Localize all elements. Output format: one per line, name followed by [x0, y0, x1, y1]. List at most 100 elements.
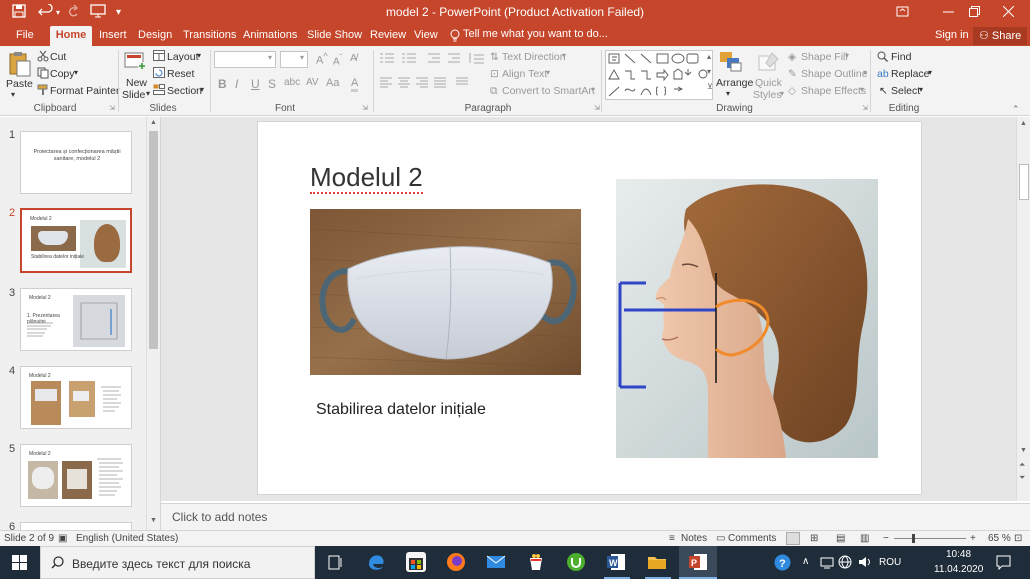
tab-transitions[interactable]: Transitions	[183, 26, 236, 46]
zoom-in-icon[interactable]: +	[970, 533, 976, 544]
shapes-more-icon[interactable]: ⊻	[707, 82, 713, 91]
italic-icon[interactable]: I	[235, 77, 238, 91]
paragraph-lists-icons[interactable]	[380, 52, 485, 67]
font-name-dropdown-icon[interactable]: ▾	[268, 53, 272, 62]
strikethrough-icon[interactable]: S	[268, 77, 276, 91]
clear-formatting-icon[interactable]: A̸	[350, 52, 357, 64]
firefox-icon[interactable]	[446, 552, 466, 572]
change-case-icon[interactable]: Aa	[326, 77, 339, 89]
tab-home[interactable]: Home	[50, 26, 92, 46]
replace-button[interactable]: Replace	[891, 68, 930, 80]
clock-time[interactable]: 10:48	[946, 549, 971, 560]
tab-animations[interactable]: Animations	[243, 26, 297, 46]
close-icon[interactable]	[986, 0, 1030, 26]
shape-outline-dropdown-icon[interactable]: ▾	[863, 68, 867, 77]
cut-button[interactable]: Cut	[50, 51, 66, 63]
windows-start-icon[interactable]	[12, 555, 27, 573]
reset-button[interactable]: Reset	[167, 68, 194, 80]
shapes-scroll-down-icon[interactable]: ▾	[707, 67, 711, 76]
text-direction-dropdown-icon[interactable]: ▾	[562, 51, 566, 60]
paragraph-launcher-icon[interactable]: ⇲	[594, 104, 600, 112]
scroll-up-icon[interactable]: ▲	[1020, 120, 1027, 127]
shapes-scroll-up-icon[interactable]: ▴	[707, 52, 711, 61]
spellcheck-icon[interactable]: ▣	[58, 533, 67, 544]
previous-slide-icon[interactable]: ⏶	[1019, 460, 1025, 470]
shape-fill-button[interactable]: Shape Fill	[801, 51, 848, 63]
slide-thumbnail-1[interactable]: Proiectarea și confecționarea măștii san…	[20, 131, 132, 194]
copy-dropdown-icon[interactable]: ▾	[74, 68, 78, 77]
slide-caption[interactable]: Stabilirea datelor inițiale	[316, 401, 486, 419]
copy-button[interactable]: Copy	[50, 68, 75, 80]
clipboard-launcher-icon[interactable]: ⇲	[109, 104, 115, 112]
font-launcher-icon[interactable]: ⇲	[362, 104, 368, 112]
paste-button[interactable]: Paste	[6, 78, 33, 90]
shape-effects-button[interactable]: Shape Effects	[801, 85, 866, 97]
next-slide-icon[interactable]: ⏷	[1019, 473, 1025, 483]
ribbon-display-options-icon[interactable]	[880, 0, 924, 26]
align-text-dropdown-icon[interactable]: ▾	[546, 68, 550, 77]
network-drive-icon[interactable]	[820, 555, 834, 572]
layout-dropdown-icon[interactable]: ▾	[197, 51, 201, 60]
powerpoint-taskbar-button[interactable]: P	[679, 546, 717, 579]
scroll-down-icon[interactable]: ▼	[1020, 447, 1027, 454]
normal-view-icon[interactable]	[786, 532, 800, 545]
quick-styles-button[interactable]: Quick	[755, 77, 782, 89]
sign-in-link[interactable]: Sign in	[935, 29, 969, 41]
font-name-field[interactable]	[214, 51, 276, 68]
section-button[interactable]: Section	[167, 85, 202, 97]
help-icon[interactable]: ?	[774, 554, 791, 574]
share-button[interactable]: ⚇ Share	[973, 27, 1028, 45]
tab-design[interactable]: Design	[138, 26, 172, 46]
new-slide-icon[interactable]	[124, 51, 146, 74]
character-spacing-icon[interactable]: AV	[306, 77, 319, 88]
scroll-down-icon[interactable]: ▼	[150, 517, 157, 524]
fit-slide-icon[interactable]: ⊡	[1014, 533, 1022, 544]
zoom-out-icon[interactable]: −	[883, 533, 889, 544]
taskbar-search[interactable]: Введите здесь текст для поиска	[40, 546, 315, 579]
find-button[interactable]: Find	[891, 51, 911, 63]
font-size-dropdown-icon[interactable]: ▾	[300, 53, 304, 62]
thumbnails-scrollbar[interactable]: ▲ ▼	[146, 117, 160, 530]
new-slide-button[interactable]: New	[126, 77, 147, 89]
arrange-dropdown-icon[interactable]: ▾	[726, 89, 730, 98]
notifications-icon[interactable]	[996, 555, 1011, 573]
slide-title[interactable]: Modelul 2	[310, 162, 423, 194]
slide-canvas[interactable]: Modelul 2 Stabilirea datelor inițiale	[257, 121, 922, 495]
layout-button[interactable]: Layout	[167, 51, 199, 63]
shape-fill-dropdown-icon[interactable]: ▾	[845, 51, 849, 60]
notes-pane[interactable]: Click to add notes	[161, 503, 1030, 530]
decrease-font-size-icon[interactable]: Aˇ	[333, 52, 342, 67]
arrange-icon[interactable]	[719, 51, 743, 76]
slide-sorter-icon[interactable]: ⊞	[810, 533, 818, 544]
mask-photo[interactable]	[310, 209, 581, 375]
volume-icon[interactable]	[858, 555, 872, 572]
collapse-ribbon-icon[interactable]: ⌃	[1012, 104, 1020, 115]
zoom-slider[interactable]	[894, 538, 966, 539]
quick-styles-icon[interactable]	[758, 51, 780, 76]
tab-review[interactable]: Review	[370, 26, 406, 46]
game-app-icon[interactable]	[526, 552, 546, 572]
clock-date[interactable]: 11.04.2020	[934, 564, 983, 575]
drawing-launcher-icon[interactable]: ⇲	[862, 104, 868, 112]
bold-icon[interactable]: B	[218, 77, 227, 91]
input-language[interactable]: ROU	[879, 557, 901, 568]
section-dropdown-icon[interactable]: ▾	[200, 85, 204, 94]
shape-outline-button[interactable]: Shape Outline	[801, 68, 868, 80]
align-text-button[interactable]: Align Text	[502, 68, 547, 80]
new-slide-dropdown-icon[interactable]: ▾	[146, 89, 150, 98]
text-direction-button[interactable]: Text Direction	[502, 51, 566, 63]
slide-thumbnail-2[interactable]: Modelul 2 Stabilirea datelor inițiale	[20, 208, 132, 273]
tab-view[interactable]: View	[414, 26, 438, 46]
store-icon[interactable]	[406, 552, 426, 572]
paste-dropdown-icon[interactable]: ▾	[11, 90, 15, 99]
slide-thumbnail-5[interactable]: Modelul 2	[20, 444, 132, 507]
shapes-gallery[interactable]	[605, 50, 713, 100]
underline-icon[interactable]: U	[251, 77, 260, 91]
face-measurement-photo[interactable]	[616, 179, 878, 458]
select-button[interactable]: Select	[891, 85, 920, 97]
file-explorer-icon[interactable]	[647, 552, 667, 572]
notes-placeholder[interactable]: Click to add notes	[172, 510, 267, 524]
zoom-level[interactable]: 65 %	[988, 533, 1011, 544]
notes-toggle[interactable]: Notes	[681, 533, 707, 544]
replace-dropdown-icon[interactable]: ▾	[928, 68, 932, 77]
